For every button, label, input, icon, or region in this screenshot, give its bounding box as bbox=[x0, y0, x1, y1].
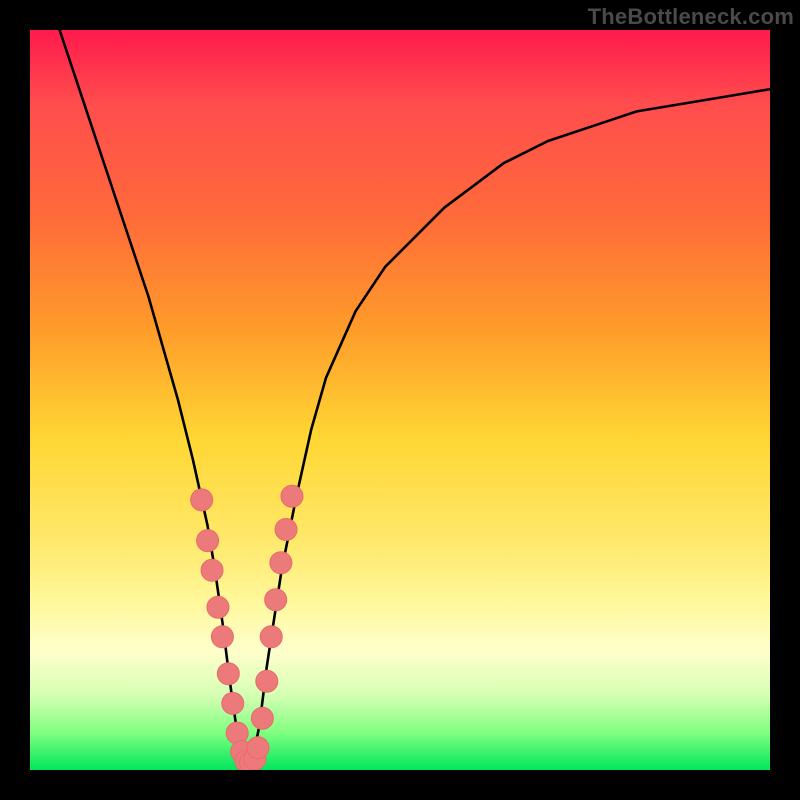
data-marker bbox=[251, 707, 273, 729]
data-marker bbox=[207, 596, 229, 618]
data-marker bbox=[260, 626, 282, 648]
chart-svg-layer bbox=[30, 30, 770, 770]
data-marker bbox=[256, 670, 278, 692]
data-marker bbox=[197, 530, 219, 552]
bottleneck-curve bbox=[60, 30, 770, 763]
watermark-text: TheBottleneck.com bbox=[588, 4, 794, 30]
data-marker bbox=[211, 626, 233, 648]
data-marker bbox=[191, 489, 213, 511]
data-marker bbox=[275, 519, 297, 541]
chart-plot-area bbox=[30, 30, 770, 770]
data-marker bbox=[247, 737, 269, 759]
chart-frame: TheBottleneck.com bbox=[0, 0, 800, 800]
data-marker bbox=[281, 485, 303, 507]
data-marker bbox=[201, 559, 223, 581]
data-marker bbox=[265, 589, 287, 611]
data-marker bbox=[222, 692, 244, 714]
data-marker bbox=[217, 663, 239, 685]
data-marker bbox=[270, 552, 292, 574]
